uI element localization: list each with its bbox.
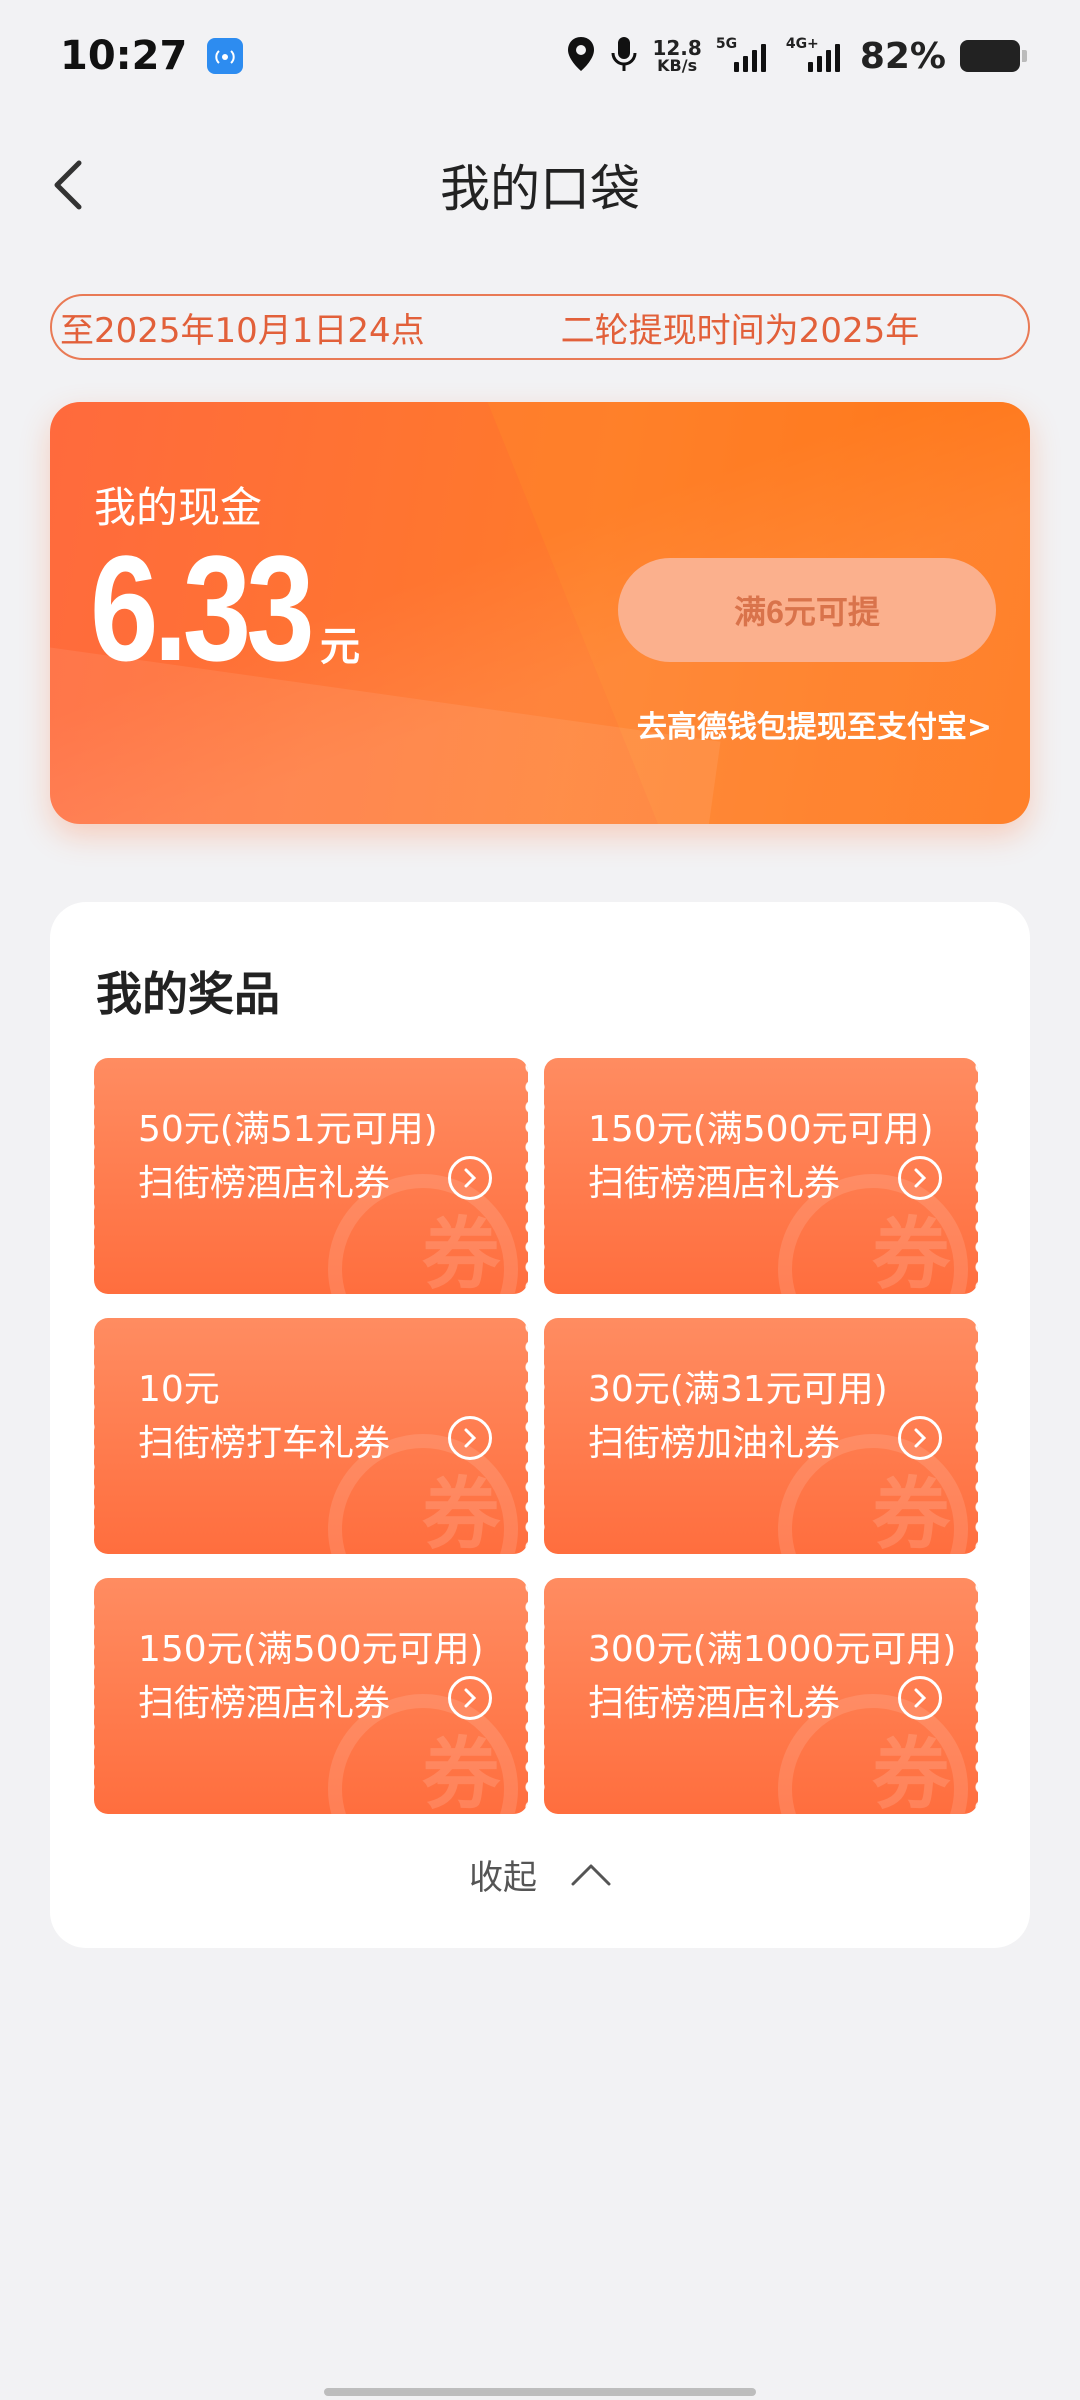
prizes-card: 我的奖品 券 50元(满51元可用) 扫街榜酒店礼券 券 150元(满500元可… — [50, 902, 1030, 1948]
collapse-label: 收起 — [469, 1857, 537, 1898]
coupon-name: 扫街榜加油礼券 — [588, 1423, 841, 1464]
coupon-amount: 50元(满51元可用) — [138, 1109, 438, 1150]
coupon-item[interactable]: 券 150元(满500元可用) 扫街榜酒店礼券 — [94, 1578, 528, 1814]
coupon-item[interactable]: 券 150元(满500元可用) 扫街榜酒店礼券 — [544, 1058, 978, 1294]
chevron-right-circle-icon[interactable] — [448, 1156, 492, 1200]
cash-card: 我的现金 6.33 元 满6元可提 去高德钱包提现至支付宝> — [50, 402, 1030, 824]
network-speed: 12.8 KB/s — [652, 36, 702, 75]
battery-percent: 82% — [859, 35, 946, 77]
coupon-name: 扫街榜酒店礼券 — [588, 1683, 841, 1724]
notice-text: 至2025年10月1日24点 二轮提现时间为2025年 — [60, 310, 920, 351]
coupon-item[interactable]: 券 50元(满51元可用) 扫街榜酒店礼券 — [94, 1058, 528, 1294]
coupon-item[interactable]: 券 300元(满1000元可用) 扫街榜酒店礼券 — [544, 1578, 978, 1814]
notice-marquee: 至2025年10月1日24点 二轮提现时间为2025年 — [50, 294, 1030, 360]
chevron-right-circle-icon[interactable] — [898, 1156, 942, 1200]
page-title: 我的口袋 — [440, 160, 640, 218]
home-indicator[interactable] — [324, 2388, 756, 2396]
coupon-amount: 150元(满500元可用) — [588, 1109, 934, 1150]
chevron-right-circle-icon[interactable] — [448, 1676, 492, 1720]
coupon-name: 扫街榜酒店礼券 — [138, 1163, 391, 1204]
signal-sim2-icon: 4G+ — [786, 36, 846, 72]
cash-amount-unit: 元 — [319, 624, 360, 670]
prizes-title: 我的奖品 — [96, 967, 280, 1021]
coupon-amount: 150元(满500元可用) — [138, 1629, 484, 1670]
cash-amount-value: 6.33 — [90, 524, 315, 692]
status-bar: 10:27 12.8 KB/s 5G 4G+ 82% — [0, 0, 1080, 112]
chevron-up-icon — [571, 1864, 611, 1886]
collapse-button[interactable]: 收起 — [50, 1844, 1030, 1904]
coupon-amount: 300元(满1000元可用) — [588, 1629, 957, 1670]
withdraw-button[interactable]: 满6元可提 — [618, 558, 996, 662]
coupon-item[interactable]: 券 10元 扫街榜打车礼券 — [94, 1318, 528, 1554]
coupon-name: 扫街榜酒店礼券 — [588, 1163, 841, 1204]
page-header: 我的口袋 — [0, 140, 1080, 230]
chevron-right-circle-icon[interactable] — [898, 1676, 942, 1720]
status-time: 10:27 — [60, 33, 188, 79]
coupon-amount: 10元 — [138, 1369, 220, 1410]
location-icon — [566, 35, 596, 77]
coupon-amount: 30元(满31元可用) — [588, 1369, 888, 1410]
chevron-right-circle-icon[interactable] — [898, 1416, 942, 1460]
battery-icon — [960, 40, 1027, 72]
coupon-name: 扫街榜酒店礼券 — [138, 1683, 391, 1724]
chevron-left-icon — [54, 160, 82, 210]
coupon-name: 扫街榜打车礼券 — [138, 1423, 391, 1464]
back-button[interactable] — [32, 150, 102, 220]
cash-amount: 6.33 元 — [90, 522, 360, 695]
signal-sim1-icon: 5G — [716, 36, 772, 72]
chevron-right-circle-icon[interactable] — [448, 1416, 492, 1460]
coupon-grid: 券 50元(满51元可用) 扫街榜酒店礼券 券 150元(满500元可用) 扫街… — [94, 1058, 982, 1814]
coupon-item[interactable]: 券 30元(满31元可用) 扫街榜加油礼券 — [544, 1318, 978, 1554]
wallet-withdraw-link[interactable]: 去高德钱包提现至支付宝> — [637, 702, 992, 746]
hotspot-notification-icon — [207, 38, 244, 74]
microphone-icon — [610, 35, 638, 77]
